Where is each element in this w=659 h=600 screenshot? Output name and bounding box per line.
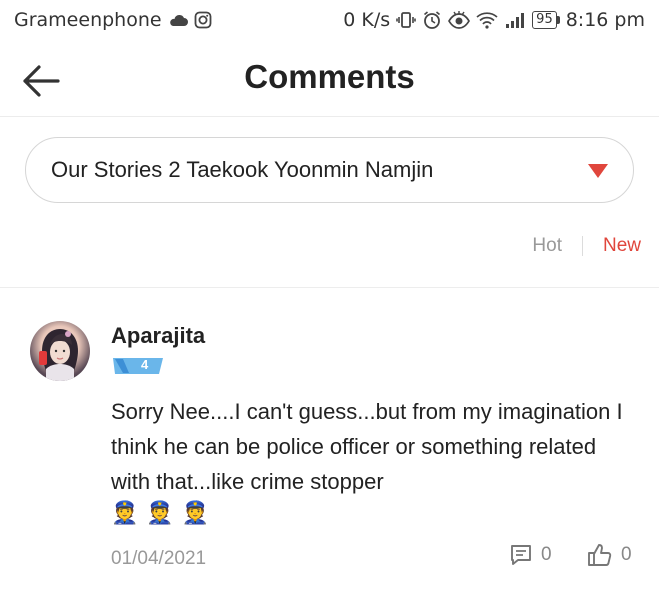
like-button[interactable]: 0 [587,543,632,567]
carrier-name: Grameenphone [14,9,162,31]
vibrate-icon [396,10,416,30]
tab-new[interactable]: New [603,235,641,257]
status-left: Grameenphone [14,9,212,31]
sort-tabs: Hot New [532,235,641,257]
page-title: Comments [244,58,415,95]
police-officer-emoji: 👮 [146,501,174,526]
alarm-icon [422,10,442,30]
net-speed: 0 K/s [343,9,391,31]
status-right: 0 K/s 95 8:16 pm [343,9,645,31]
like-count: 0 [621,544,632,565]
comment-icon [511,545,531,565]
author-name[interactable]: Aparajita [111,323,205,349]
reply-button[interactable]: 0 [509,543,552,567]
cloud-icon [168,13,188,27]
clock: 8:16 pm [565,9,645,31]
emoji-row: 👮 👮 👮 [111,501,209,526]
avatar-phone [39,351,47,365]
battery-tip [556,16,560,24]
police-officer-emoji: 👮 [111,501,139,526]
signal-icon [504,11,526,29]
wifi-icon [476,11,498,29]
comment-text: Sorry Nee....I can't guess...but from my… [111,399,623,494]
tab-hot[interactable]: Hot [532,235,562,257]
chevron-down-icon [588,164,608,178]
comment-date: 01/04/2021 [111,548,207,569]
status-bar: Grameenphone 0 K/s 95 8:16 pm [0,0,659,42]
reply-count: 0 [541,544,552,565]
tab-divider [581,236,583,256]
level-badge-text: 4 [141,357,149,372]
eye-icon [448,11,471,29]
police-officer-emoji: 👮 [181,501,210,526]
level-badge-shape [113,358,163,374]
avatar[interactable] [30,321,90,381]
battery-icon: 95 [532,11,560,29]
story-selector-dropdown[interactable]: Our Stories 2 Taekook Yoonmin Namjin [25,137,634,203]
instagram-icon [194,11,212,29]
thumbs-up-icon [588,544,612,566]
story-selector-value: Our Stories 2 Taekook Yoonmin Namjin [51,157,434,182]
level-badge: 4 [111,356,165,376]
header: Comments [0,42,659,117]
battery-level: 95 [532,11,557,29]
comment-item: Aparajita 4 Sorry Nee....I can't guess..… [0,288,659,600]
